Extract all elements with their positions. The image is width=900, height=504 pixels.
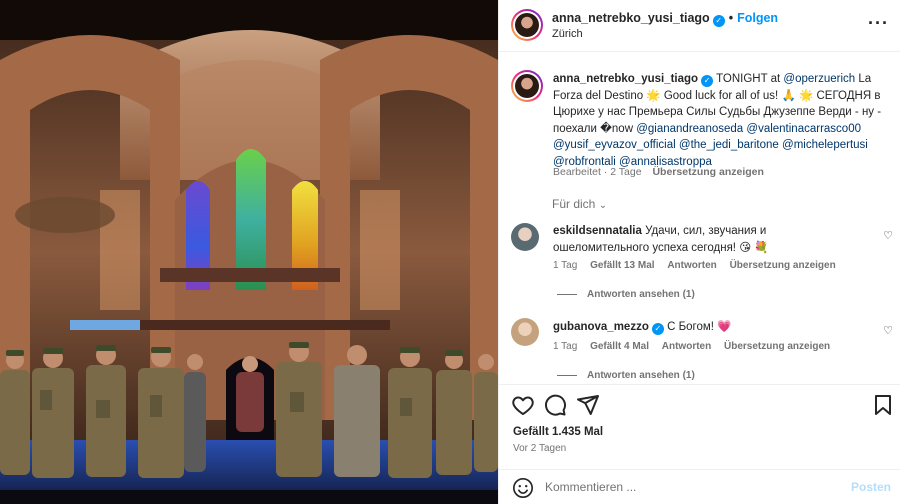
author-avatar[interactable] [511,9,543,41]
comment-text-block: eskildsennatalia Удачи, сил, звучания и … [553,223,863,256]
reply-button[interactable]: Antworten [662,341,711,352]
comment-input[interactable] [545,476,845,498]
comment-text-block: gubanova_mezzo ✓ С Богом! 💗 [553,319,863,336]
like-count[interactable]: Gefällt 1.435 Mal [513,426,603,438]
verified-badge-icon: ✓ [651,323,664,335]
caption-mention[interactable]: @yusif_eyvazov_official [553,139,676,151]
comment-meta: 1 Tag Gefällt 13 Mal Antworten Übersetzu… [553,260,846,271]
commenter-avatar[interactable] [511,318,539,346]
comment-filter-label: Für dich [552,197,596,211]
view-replies-button[interactable]: Antworten ansehen (1) [557,370,695,381]
replies-divider [557,293,577,295]
author-username[interactable]: anna_netrebko_yusi_tiago [552,11,710,25]
caption-translate-button[interactable]: Übersetzung anzeigen [652,166,763,178]
post-details-panel: anna_netrebko_yusi_tiago ✓ • Folgen Zürich … [498,0,900,504]
comment-filter-dropdown[interactable]: Für dich ⌄ [552,197,607,211]
view-replies-label: Antworten ansehen (1) [587,370,695,381]
post-header: anna_netrebko_yusi_tiago ✓ • Folgen Zürich … [499,0,900,52]
commenter-username[interactable]: gubanova_mezzo [553,321,649,333]
caption-text-1: TONIGHT at [716,73,781,85]
share-send-icon[interactable] [576,393,600,417]
caption-edited: Bearbeitet · 2 Tage [553,166,642,178]
comment-likes[interactable]: Gefällt 4 Mal [590,341,649,352]
comments-scroll-area[interactable]: anna_netrebko_yusi_tiago ✓ TONIGHT at @op… [499,53,900,383]
post-location[interactable]: Zürich [552,28,583,40]
caption-mention[interactable]: @gianandreanoseda [636,123,743,135]
comment-bubble-icon[interactable] [543,393,567,417]
follow-button[interactable]: Folgen [737,11,778,25]
comment-composer: Posten [499,469,900,504]
comment-likes[interactable]: Gefällt 13 Mal [590,260,654,271]
caption-mention[interactable]: @the_jedi_baritone [679,139,779,151]
post-caption: anna_netrebko_yusi_tiago ✓ TONIGHT at @op… [553,71,893,170]
comment-translate-button[interactable]: Übersetzung anzeigen [730,260,836,271]
post-comment-button[interactable]: Posten [851,480,891,494]
commenter-avatar[interactable] [511,223,539,251]
comment-text: С Богом! 💗 [667,321,732,333]
caption-avatar[interactable] [511,70,543,102]
comment-translate-button[interactable]: Übersetzung anzeigen [724,341,830,352]
replies-divider [557,374,577,376]
comment-time: 1 Tag [553,260,578,271]
commenter-username[interactable]: eskildsennatalia [553,225,642,237]
post-time: Vor 2 Tagen [513,443,567,454]
post-image[interactable] [0,0,498,504]
opera-stage-photo [0,0,498,504]
emoji-smiley-icon[interactable] [512,477,534,499]
like-comment-heart-icon[interactable]: ♡ [883,229,893,242]
view-replies-button[interactable]: Antworten ansehen (1) [557,289,695,300]
caption-meta: Bearbeitet · 2 Tage Übersetzung anzeigen [553,166,772,178]
caption-username[interactable]: anna_netrebko_yusi_tiago [553,73,698,85]
caption-mention[interactable]: @michelepertusi [782,139,868,151]
chevron-down-icon: ⌄ [598,200,608,211]
comment-time: 1 Tag [553,341,578,352]
separator-dot: • [728,11,734,25]
bookmark-save-icon[interactable] [871,393,895,417]
caption-mention[interactable]: @valentinacarrasco00 [746,123,861,135]
post-actions-bar [499,384,900,424]
author-line: anna_netrebko_yusi_tiago ✓ • Folgen [552,11,778,27]
caption-mention[interactable]: @operzuerich [783,73,855,85]
more-options-icon[interactable]: ··· [868,14,889,32]
verified-badge-icon: ✓ [712,15,725,27]
verified-badge-icon: ✓ [701,75,714,87]
like-heart-icon[interactable] [511,393,535,417]
comment-meta: 1 Tag Gefällt 4 Mal Antworten Übersetzun… [553,341,840,352]
view-replies-label: Antworten ansehen (1) [587,289,695,300]
reply-button[interactable]: Antworten [667,260,716,271]
like-comment-heart-icon[interactable]: ♡ [883,324,893,337]
